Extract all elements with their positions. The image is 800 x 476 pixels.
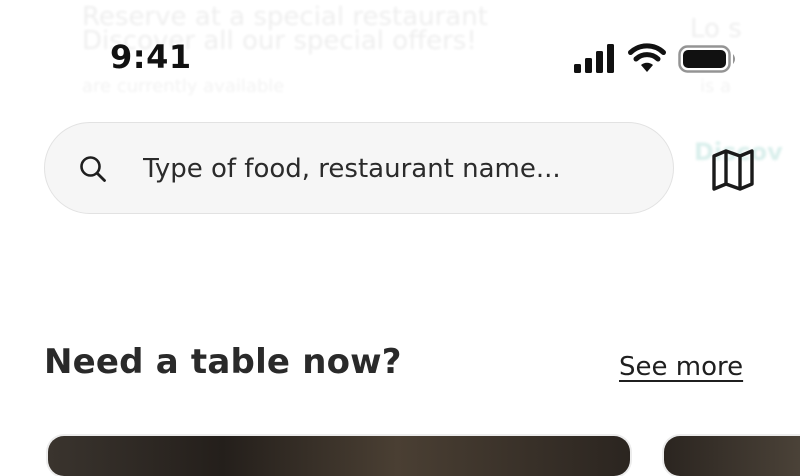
search-bar[interactable] xyxy=(44,122,674,214)
battery-icon xyxy=(678,45,735,73)
map-icon xyxy=(712,149,754,191)
cellular-signal-icon xyxy=(574,44,614,73)
search-input[interactable] xyxy=(141,145,645,193)
see-more-link[interactable]: See more xyxy=(619,352,743,382)
restaurant-card[interactable] xyxy=(48,436,630,476)
restaurant-card[interactable] xyxy=(664,436,800,476)
section-title: Need a table now? xyxy=(44,342,402,382)
status-time: 9:41 xyxy=(110,38,192,76)
wifi-icon xyxy=(628,43,666,72)
status-bar: 9:41 xyxy=(0,0,800,100)
map-button[interactable] xyxy=(706,146,760,194)
search-icon xyxy=(80,156,106,182)
